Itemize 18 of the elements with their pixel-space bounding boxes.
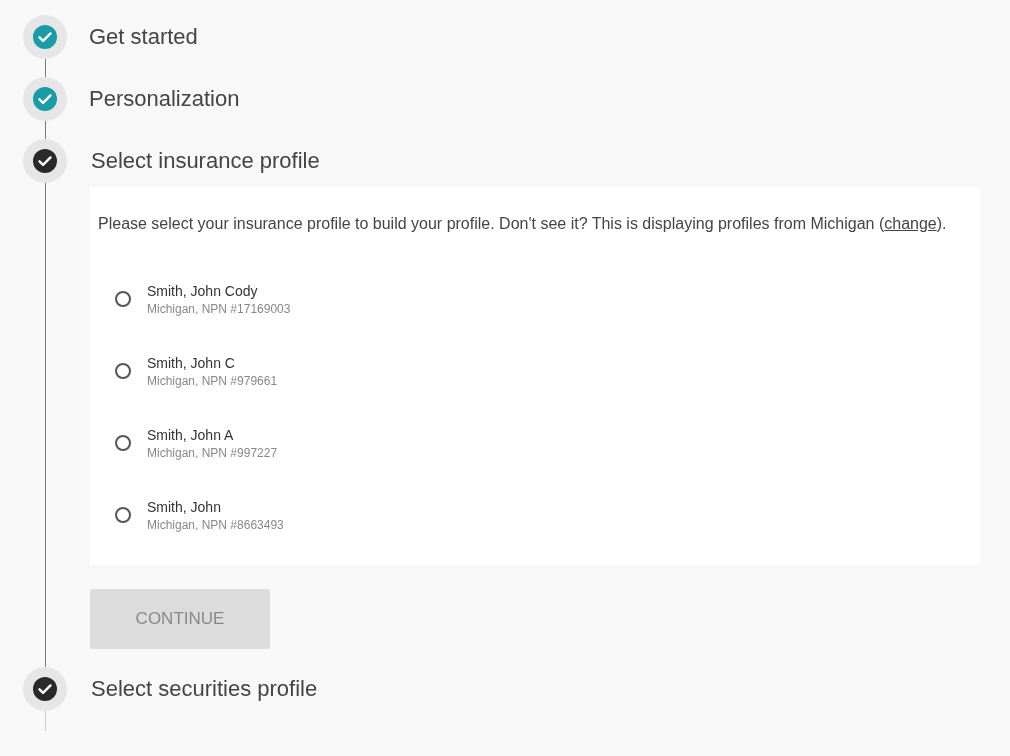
step-title: Get started (89, 24, 198, 50)
profile-detail: Michigan, NPN #8663493 (147, 516, 284, 534)
radio-button[interactable] (115, 291, 131, 307)
profile-name: Smith, John Cody (147, 281, 259, 301)
profile-name: Smith, John (147, 497, 222, 517)
profile-name: Smith, John A (147, 425, 235, 445)
radio-button[interactable] (115, 363, 131, 379)
radio-button[interactable] (115, 435, 131, 451)
change-link[interactable]: change (884, 215, 937, 232)
radio-button[interactable] (115, 507, 131, 523)
profile-detail: Michigan, NPN #17169003 (147, 300, 291, 318)
profile-detail: Michigan, NPN #997227 (147, 444, 278, 462)
profile-name: Smith, John C (147, 353, 236, 373)
profile-detail: Michigan, NPN #979661 (147, 372, 278, 390)
step-title: Select insurance profile (91, 148, 320, 174)
step-title: Personalization (89, 86, 240, 112)
intro-text: Please select your insurance profile to build your profile. Don't see it? This is displaying profiles from Michigan (change). (98, 214, 948, 234)
step-title: Select securities profile (91, 676, 318, 702)
